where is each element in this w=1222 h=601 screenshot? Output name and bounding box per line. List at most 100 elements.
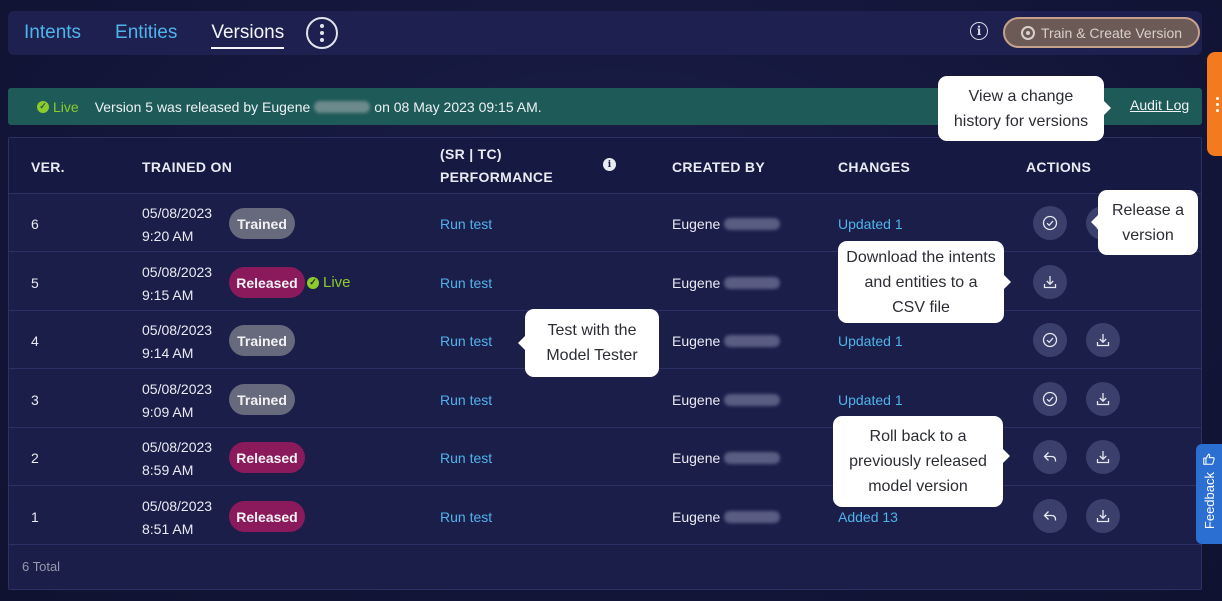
created-by: Eugene — [672, 216, 784, 232]
callout-download: Download the intents and entities to a C… — [838, 241, 1011, 323]
version-number: 1 — [31, 509, 39, 525]
status-badge: Released — [229, 442, 305, 473]
trained-date: 05/08/2023 — [142, 498, 213, 514]
trained-time: 9:09 AM — [142, 404, 194, 420]
trained-date: 05/08/2023 — [142, 322, 213, 338]
redacted-surname — [724, 394, 781, 406]
creator-name: Eugene — [672, 216, 721, 232]
tab-versions[interactable]: Versions — [211, 16, 284, 50]
trained-on: 05/08/2023 9:20 AM — [142, 202, 212, 248]
version-number: 6 — [31, 216, 39, 232]
more-options-button[interactable] — [306, 17, 339, 49]
trained-on: 05/08/2023 8:59 AM — [142, 436, 212, 482]
header-changes: CHANGES — [838, 159, 911, 175]
changes-link[interactable]: Updated 1 — [838, 333, 903, 349]
download-icon — [1043, 276, 1057, 289]
run-test-link[interactable]: Run test — [440, 509, 492, 525]
release-button[interactable] — [1033, 323, 1067, 357]
version-number: 3 — [31, 392, 39, 408]
trained-time: 8:59 AM — [142, 462, 194, 478]
download-button[interactable] — [1086, 323, 1120, 357]
feedback-tab[interactable]: Feedback — [1196, 444, 1222, 544]
callout-release: Release a version — [1091, 190, 1198, 255]
changes-link[interactable]: Updated 1 — [838, 392, 903, 408]
run-test-link[interactable]: Run test — [440, 216, 492, 232]
trained-date: 05/08/2023 — [142, 205, 213, 221]
trained-time: 8:51 AM — [142, 521, 194, 537]
creator-name: Eugene — [672, 450, 721, 466]
download-button[interactable] — [1086, 440, 1120, 474]
live-status: ✓ Live — [307, 274, 351, 291]
release-message-end: on 08 May 2023 09:15 AM. — [374, 98, 542, 115]
trained-time: 9:20 AM — [142, 228, 194, 244]
download-button[interactable] — [1086, 499, 1120, 533]
header-created-by: CREATED BY — [672, 159, 765, 175]
run-test-link[interactable]: Run test — [440, 275, 492, 291]
download-icon — [1096, 393, 1110, 406]
header-performance-line2: PERFORMANCE — [440, 169, 553, 185]
callout-rollback: Roll back to a previously released model… — [833, 416, 1010, 507]
trained-on: 05/08/2023 9:14 AM — [142, 319, 212, 365]
status-badge: Trained — [229, 384, 295, 415]
download-icon — [1096, 451, 1110, 464]
changes-link[interactable]: Updated 1 — [838, 216, 903, 232]
table-row: 3 05/08/2023 9:09 AM Trained Run test Eu… — [9, 370, 1201, 428]
table-row: 6 05/08/2023 9:20 AM Trained Run test Eu… — [9, 194, 1201, 252]
status-badge: Trained — [229, 208, 295, 239]
status-badge: Released — [229, 267, 305, 298]
performance-info-icon[interactable]: i — [603, 158, 616, 171]
callout-model-tester: Test with the Model Tester — [518, 309, 659, 377]
table-header: VER. TRAINED ON (SR | TC) PERFORMANCE i … — [9, 138, 1201, 194]
callout-audit-log: View a change history for versions — [938, 76, 1111, 141]
info-icon[interactable]: i — [970, 22, 988, 40]
trained-date: 05/08/2023 — [142, 439, 213, 455]
run-test-link[interactable]: Run test — [440, 392, 492, 408]
tab-intents[interactable]: Intents — [24, 16, 81, 50]
download-button[interactable] — [1086, 382, 1120, 416]
audit-log-link[interactable]: Audit Log — [1130, 97, 1189, 113]
table-row: 1 05/08/2023 8:51 AM Released Run test E… — [9, 487, 1201, 545]
created-by: Eugene — [672, 275, 784, 291]
version-number: 2 — [31, 450, 39, 466]
redacted-surname — [724, 452, 781, 464]
thumbs-up-icon — [1203, 453, 1215, 465]
trained-on: 05/08/2023 8:51 AM — [142, 495, 212, 541]
download-icon — [1096, 334, 1110, 347]
created-by: Eugene — [672, 333, 784, 349]
trained-date: 05/08/2023 — [142, 264, 213, 280]
created-by: Eugene — [672, 392, 784, 408]
release-message-start: Version 5 was released by Eugene — [94, 98, 311, 115]
changes-link[interactable]: Added 13 — [838, 509, 898, 525]
trained-on: 05/08/2023 9:09 AM — [142, 378, 212, 424]
redacted-name — [314, 100, 371, 113]
release-button[interactable] — [1033, 382, 1067, 416]
check-circle-icon — [1042, 391, 1058, 407]
rollback-button[interactable] — [1033, 440, 1067, 474]
rollback-button[interactable] — [1033, 499, 1067, 533]
trained-on: 05/08/2023 9:15 AM — [142, 261, 212, 307]
run-test-link[interactable]: Run test — [440, 333, 492, 349]
redacted-surname — [724, 218, 781, 230]
created-by: Eugene — [672, 450, 784, 466]
tab-entities[interactable]: Entities — [115, 16, 177, 50]
table-row: 2 05/08/2023 8:59 AM Released Run test E… — [9, 428, 1201, 486]
release-message: Version 5 was released by Eugene on 08 M… — [95, 99, 542, 115]
train-icon — [1020, 25, 1035, 40]
check-circle-icon — [1042, 332, 1058, 348]
header-performance: (SR | TC) PERFORMANCE — [440, 143, 553, 189]
train-create-version-button[interactable]: Train & Create Version — [1003, 17, 1200, 48]
creator-name: Eugene — [672, 509, 721, 525]
header-actions: ACTIONS — [1026, 159, 1092, 175]
creator-name: Eugene — [672, 392, 721, 408]
creator-name: Eugene — [672, 333, 721, 349]
release-button[interactable] — [1033, 206, 1067, 240]
reply-arrow-icon — [1043, 511, 1057, 521]
header-performance-line1: (SR | TC) — [440, 146, 502, 162]
version-number: 4 — [31, 333, 39, 349]
live-label: Live — [53, 98, 79, 115]
check-circle-icon: ✓ — [37, 100, 49, 113]
side-menu-tab[interactable] — [1207, 52, 1222, 156]
header-version: VER. — [31, 159, 65, 175]
run-test-link[interactable]: Run test — [440, 450, 492, 466]
download-button[interactable] — [1033, 265, 1067, 299]
